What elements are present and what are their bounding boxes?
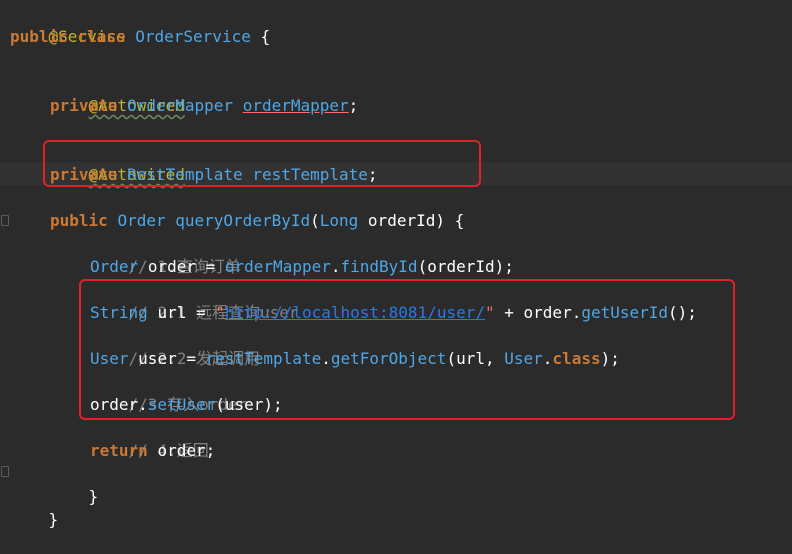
code-line: public Order queryOrderById(Long orderId… [50,209,464,232]
highlight-box-remote-call [79,279,735,420]
code-line: } [10,485,59,529]
code-line: @Autowired [50,71,185,115]
field-name: orderMapper [224,257,331,276]
brace: } [48,510,59,529]
fold-marker-icon[interactable] [1,215,9,226]
variable: order = [147,257,216,276]
keyword: public [50,211,108,230]
paren: ( [310,211,320,230]
keyword: class [77,27,126,46]
code-line: Order order = orderMapper.findById(order… [90,255,514,278]
type-name: OrderMapper [127,96,234,115]
keyword: return [90,441,148,460]
fold-marker-icon[interactable] [1,466,9,477]
code-line: return order; [90,439,215,462]
type-name: Order [117,211,166,230]
highlight-box-resttemplate [43,140,481,187]
code-line: // 1.查询订单 [90,232,241,276]
semicolon: ; [348,96,359,115]
code-line: private OrderMapper orderMapper; [50,94,358,117]
args: (orderId); [417,257,514,276]
param-type: Long [319,211,359,230]
code-line: public class OrderService { [10,25,270,48]
brace: { [260,27,271,46]
dot: . [330,257,341,276]
field-name: orderMapper [242,96,349,115]
keyword: public [10,27,68,46]
code-editor[interactable]: @Service public class OrderService { @Au… [0,0,792,529]
param-name: orderId [367,211,436,230]
class-name: OrderService [135,27,251,46]
type-name: Order [90,257,139,276]
brace: } [88,487,99,506]
method-name: queryOrderById [175,211,311,230]
editor-gutter [0,0,6,529]
code-line: } [50,462,99,506]
keyword: private [50,96,118,115]
code-line: @Service [10,2,126,46]
return-value: order; [157,441,216,460]
paren-brace: ) { [435,211,465,230]
method-call: findById [340,257,418,276]
